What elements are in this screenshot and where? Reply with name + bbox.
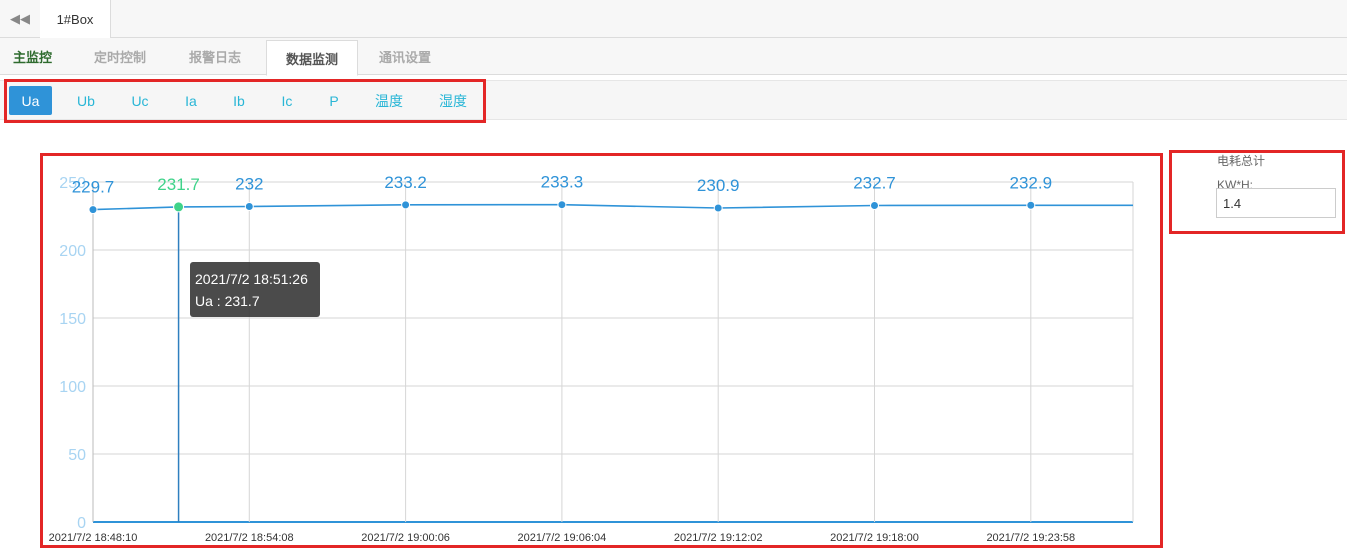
annotation-frame-chart	[40, 153, 1163, 548]
annotation-frame-tabs	[4, 79, 486, 123]
annotation-frame-energy	[1169, 150, 1345, 234]
